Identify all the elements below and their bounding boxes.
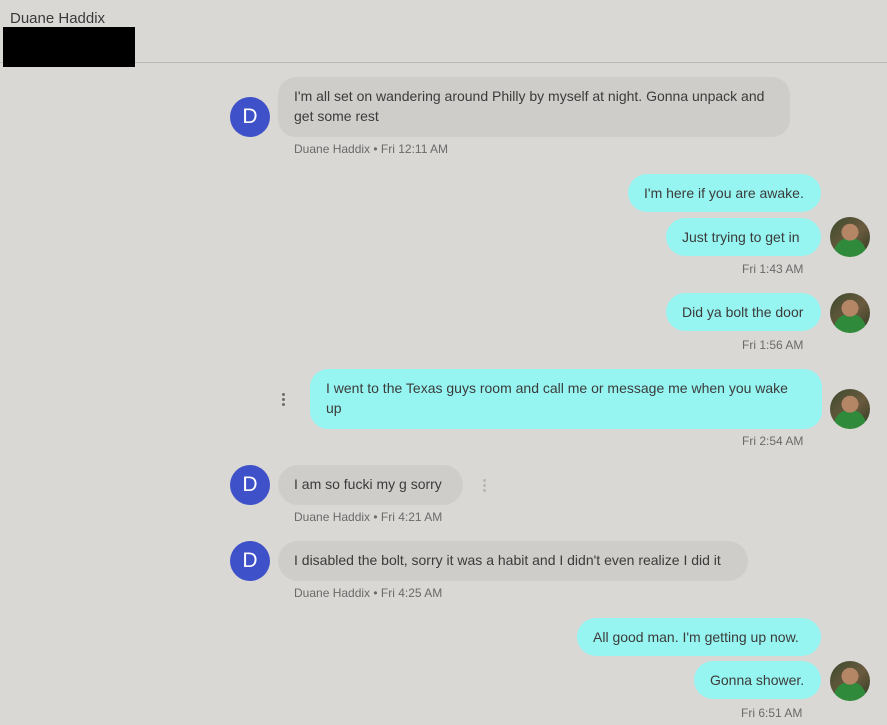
message-bubble[interactable]: I'm all set on wandering around Philly b…	[278, 77, 790, 137]
message-meta: Fri 6:51 AM	[741, 706, 803, 720]
message-meta: Duane Haddix • Fri 4:25 AM	[294, 586, 443, 600]
user-avatar[interactable]	[830, 217, 870, 257]
message-bubble[interactable]: Just trying to get in	[666, 218, 821, 256]
conversation-header: Duane Haddix	[0, 0, 887, 67]
message-meta: Duane Haddix • Fri 4:21 AM	[294, 510, 443, 524]
message-bubble[interactable]: I am so fucki my g sorry	[278, 465, 463, 505]
message-bubble[interactable]: Did ya bolt the door	[666, 293, 821, 331]
user-avatar[interactable]	[830, 293, 870, 333]
message-bubble[interactable]: All good man. I'm getting up now.	[577, 618, 821, 656]
more-options-icon[interactable]	[482, 479, 488, 494]
contact-avatar[interactable]: D	[230, 541, 270, 581]
user-avatar[interactable]	[830, 661, 870, 701]
message-meta: Fri 2:54 AM	[742, 434, 804, 448]
message-meta: Duane Haddix • Fri 12:11 AM	[294, 142, 449, 156]
message-meta: Fri 1:43 AM	[742, 262, 804, 276]
contact-avatar[interactable]: D	[230, 465, 270, 505]
message-bubble[interactable]: I'm here if you are awake.	[628, 174, 821, 212]
contact-avatar[interactable]: D	[230, 97, 270, 137]
message-bubble[interactable]: I went to the Texas guys room and call m…	[310, 369, 822, 429]
contact-name: Duane Haddix	[10, 10, 106, 27]
message-bubble[interactable]: Gonna shower.	[694, 661, 821, 699]
user-avatar[interactable]	[830, 389, 870, 429]
more-options-icon[interactable]	[281, 393, 287, 408]
redacted-block	[3, 27, 135, 67]
message-meta: Fri 1:56 AM	[742, 338, 804, 352]
message-bubble[interactable]: I disabled the bolt, sorry it was a habi…	[278, 541, 748, 581]
